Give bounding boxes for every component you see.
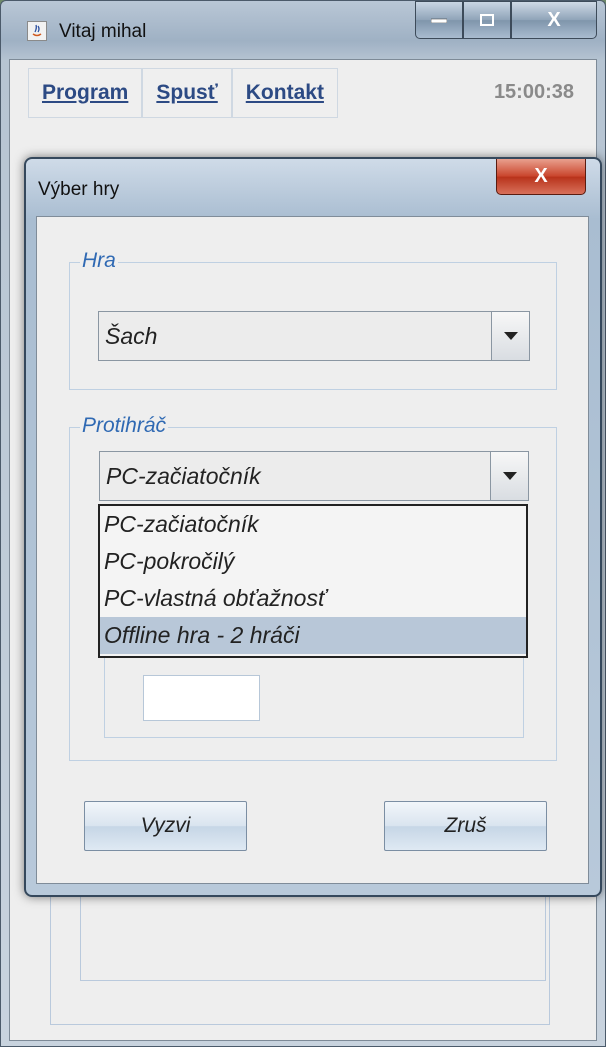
game-combobox[interactable]: Šach — [98, 311, 530, 361]
opponent-combobox[interactable]: PC-začiatočník — [99, 451, 529, 501]
close-icon: X — [534, 165, 548, 187]
game-group: Hra Šach — [69, 249, 557, 390]
opponent-combobox-value: PC-začiatočník — [106, 463, 261, 489]
window-title: Vitaj mihal — [59, 21, 147, 42]
opponent-combobox-arrow[interactable] — [490, 452, 528, 500]
difficulty-input[interactable] — [143, 675, 260, 721]
menu-kontakt[interactable]: Kontakt — [231, 68, 338, 118]
dialog-client-area: Hra Šach Protihráč PC-začiatočník PC-zač… — [36, 216, 589, 884]
game-group-legend: Hra — [80, 249, 118, 273]
close-icon: X — [547, 8, 561, 31]
dialog-close-button[interactable]: X — [496, 159, 586, 195]
minimize-button[interactable] — [415, 1, 463, 39]
menu-program[interactable]: Program — [28, 68, 143, 118]
java-icon — [27, 21, 47, 41]
minimize-icon — [431, 18, 447, 23]
background-inner-panel — [80, 886, 546, 981]
dropdown-option[interactable]: PC-vlastná obťažnosť — [100, 580, 526, 617]
caption-buttons: X — [415, 1, 597, 41]
dropdown-option[interactable]: PC-začiatočník — [100, 506, 526, 543]
chevron-down-icon — [503, 332, 518, 340]
menu-spust[interactable]: Spusť — [142, 68, 232, 118]
clock: 15:00:38 — [493, 81, 574, 103]
maximize-button[interactable] — [463, 1, 511, 39]
opponent-dropdown-list: PC-začiatočník PC-pokročilý PC-vlastná o… — [98, 504, 528, 658]
window-close-button[interactable]: X — [511, 1, 597, 39]
main-titlebar[interactable]: Vitaj mihal X — [1, 1, 605, 59]
game-select-dialog: Výber hry X Hra Šach Protihráč PC-začiat… — [24, 157, 602, 897]
challenge-button[interactable]: Vyzvi — [84, 801, 247, 851]
maximize-icon — [480, 14, 494, 26]
cancel-button[interactable]: Zruš — [384, 801, 547, 851]
chevron-down-icon — [502, 472, 517, 480]
opponent-group-legend: Protihráč — [80, 414, 169, 438]
menubar: Program Spusť Kontakt — [28, 68, 400, 118]
game-combobox-value: Šach — [105, 323, 158, 349]
dropdown-option[interactable]: PC-pokročilý — [100, 543, 526, 580]
dialog-title: Výber hry — [38, 179, 120, 200]
game-combobox-arrow[interactable] — [491, 312, 529, 360]
dropdown-option-highlighted[interactable]: Offline hra - 2 hráči — [100, 617, 526, 654]
